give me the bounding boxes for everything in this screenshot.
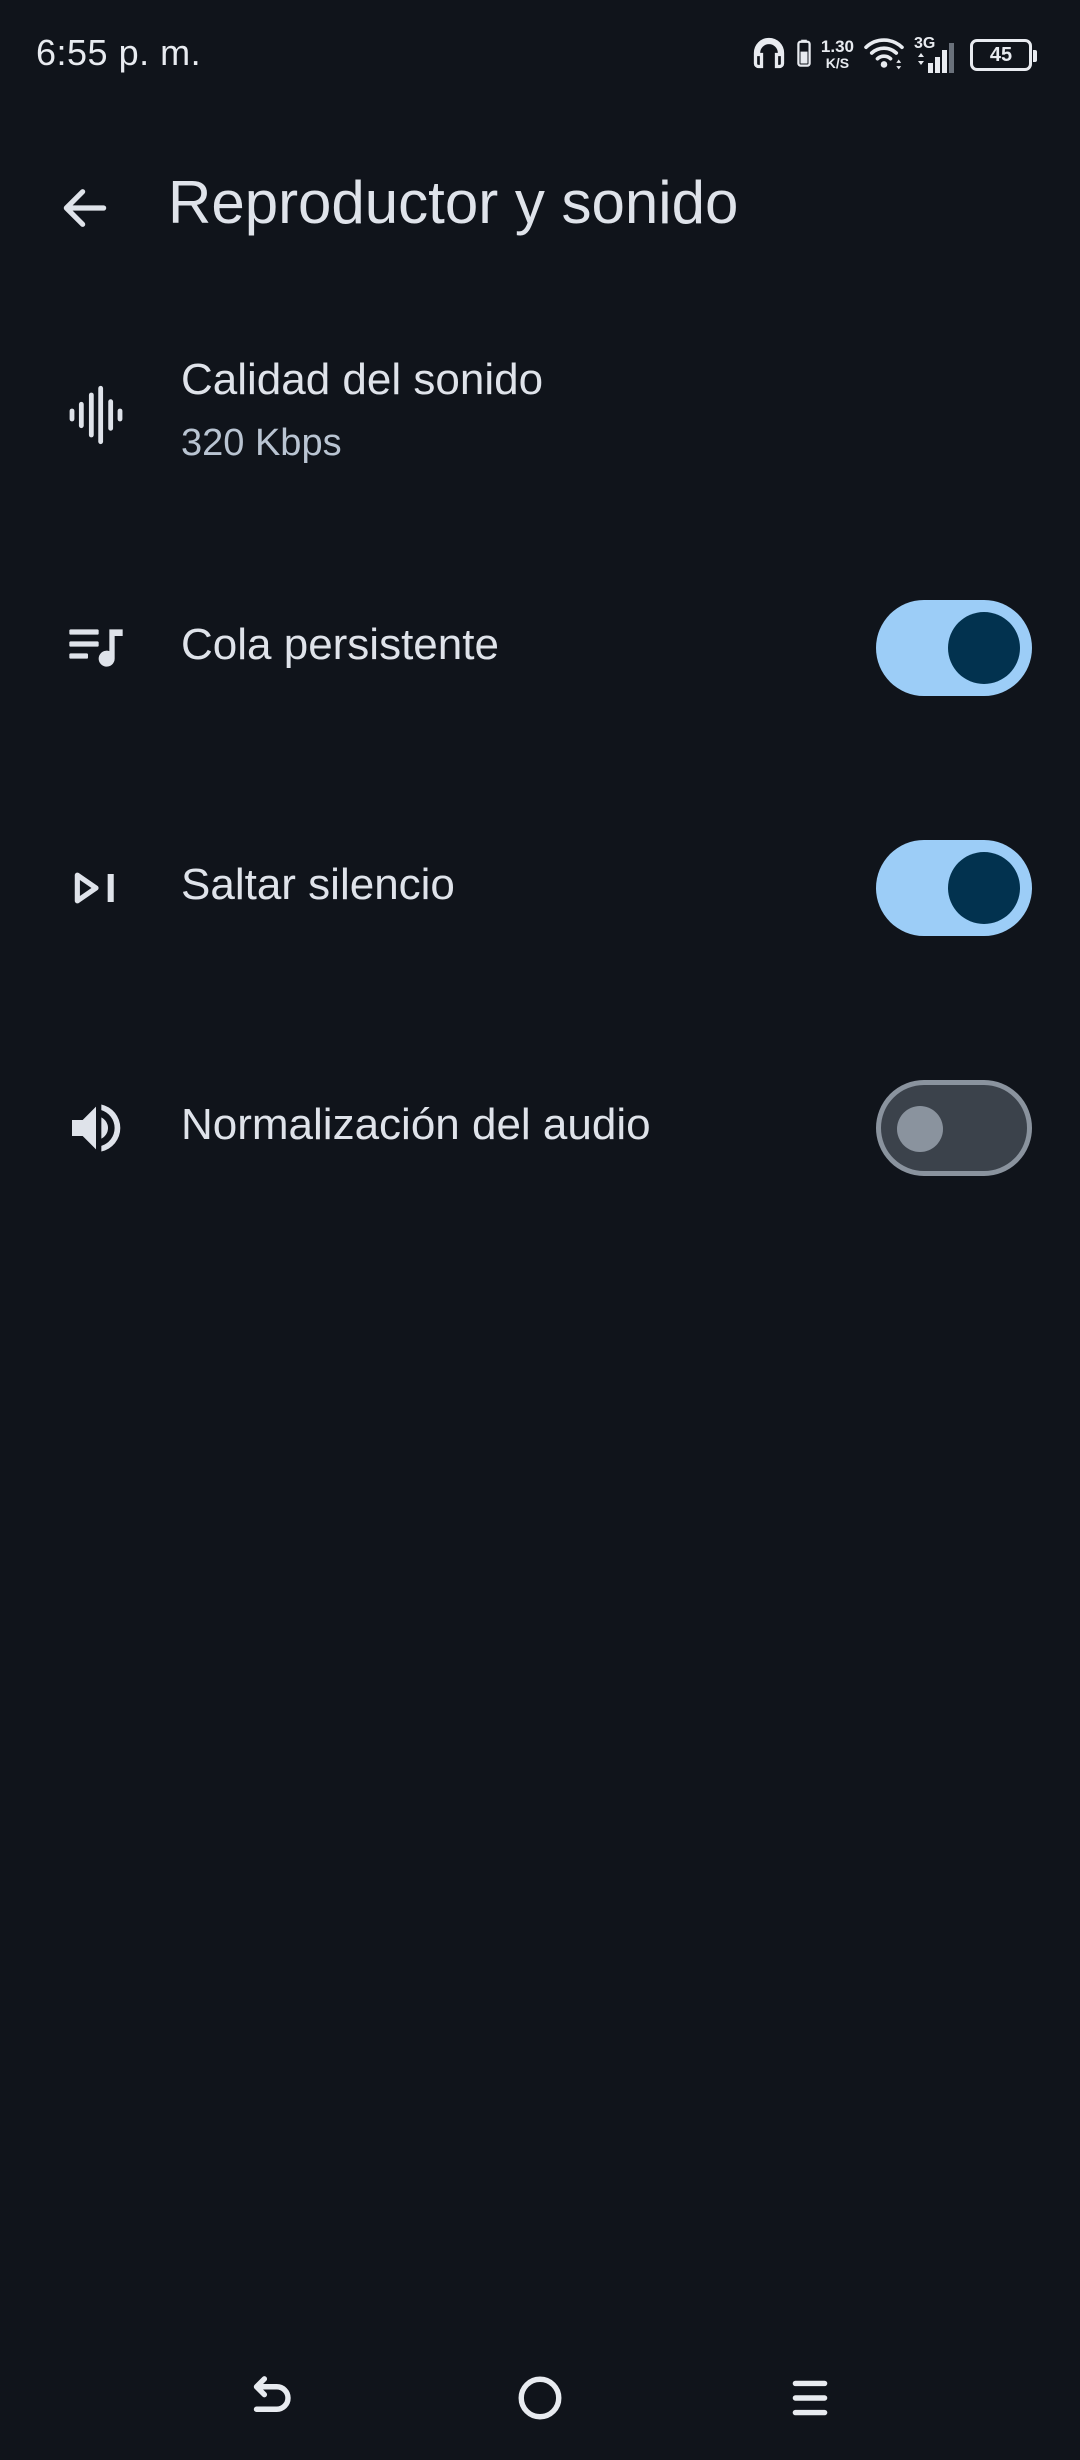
setting-title: Calidad del sonido <box>181 355 544 404</box>
battery-icon: 45 <box>970 39 1037 71</box>
network-speed: 1.30 K/S <box>821 38 854 72</box>
home-nav-button[interactable] <box>500 2360 580 2440</box>
menu-nav-icon <box>785 2373 835 2428</box>
app-bar: Reproductor y sonido <box>0 150 1080 260</box>
page-title: Reproductor y sonido <box>168 169 739 236</box>
toggle-knob <box>948 612 1020 684</box>
wifi-icon <box>864 35 904 76</box>
setting-title: Cola persistente <box>181 620 499 669</box>
headphones-icon <box>751 35 787 76</box>
status-bar: 6:55 p. m. 1.30 K/S 3G 45 <box>0 0 1080 110</box>
setting-persistent-queue[interactable]: Cola persistente <box>0 558 1080 738</box>
skip-next-icon <box>60 852 132 924</box>
volume-up-icon <box>60 1092 132 1164</box>
system-nav-bar <box>0 2340 1080 2460</box>
audio-normalization-toggle[interactable] <box>876 1080 1032 1176</box>
persistent-queue-toggle[interactable] <box>876 600 1032 696</box>
skip-silence-toggle[interactable] <box>876 840 1032 936</box>
setting-skip-silence[interactable]: Saltar silencio <box>0 798 1080 978</box>
network-speed-unit: K/S <box>825 55 850 71</box>
battery-level: 45 <box>989 43 1013 66</box>
network-speed-value: 1.30 <box>820 37 854 56</box>
setting-sound-quality[interactable]: Calidad del sonido 320 Kbps <box>0 325 1080 505</box>
phone-battery-icon <box>797 39 811 72</box>
back-nav-icon <box>243 2371 297 2430</box>
menu-nav-button[interactable] <box>770 2360 850 2440</box>
status-time: 6:55 p. m. <box>36 32 202 73</box>
cell-signal-icon: 3G <box>914 35 960 75</box>
toggle-knob <box>897 1106 943 1152</box>
setting-title: Saltar silencio <box>181 860 455 909</box>
status-icons: 1.30 K/S 3G 45 <box>751 30 1037 80</box>
back-button[interactable] <box>50 175 120 245</box>
toggle-knob <box>948 852 1020 924</box>
home-nav-icon <box>515 2373 565 2428</box>
arrow-back-icon <box>57 180 113 241</box>
setting-title: Normalización del audio <box>181 1100 651 1149</box>
queue-music-icon <box>60 612 132 684</box>
waveform-icon <box>60 379 132 451</box>
back-nav-button[interactable] <box>230 2360 310 2440</box>
setting-audio-normalization[interactable]: Normalización del audio <box>0 1038 1080 1218</box>
setting-subtitle: 320 Kbps <box>181 422 342 464</box>
